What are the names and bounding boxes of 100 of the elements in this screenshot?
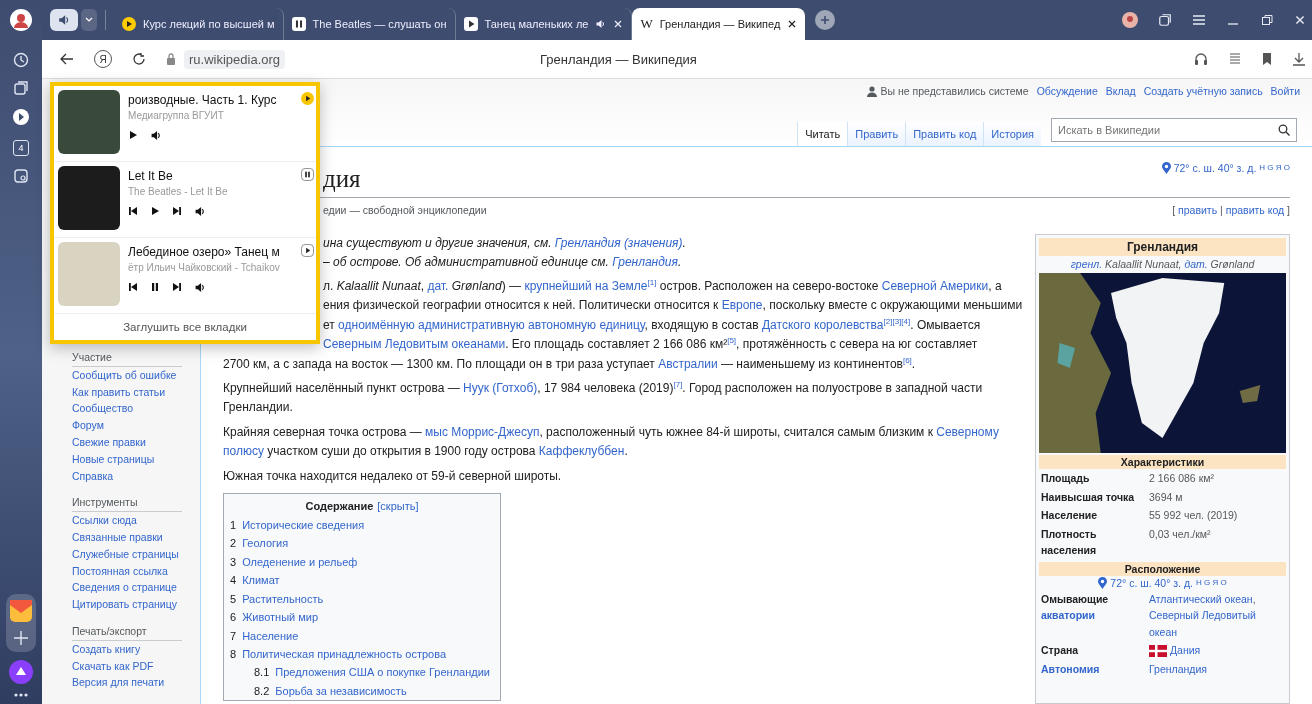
sidebar-link[interactable]: Форум <box>72 417 200 434</box>
article-link[interactable]: [2][3][4] <box>883 317 911 332</box>
collections-icon[interactable] <box>13 80 29 96</box>
close-icon[interactable] <box>787 19 798 29</box>
coordinates-link[interactable]: 72° с. ш. 40° з. д. <box>1110 576 1193 589</box>
media-icon[interactable] <box>12 108 30 126</box>
toc-link[interactable]: Предложения США о покупке Гренландии <box>275 663 490 682</box>
toc-link[interactable]: Население <box>242 626 299 645</box>
audio-button[interactable] <box>50 9 78 31</box>
infobox-link[interactable]: Автономия <box>1041 662 1100 675</box>
sidebar-link[interactable]: Служебные страницы <box>72 545 200 563</box>
page-tab[interactable]: Править <box>847 122 906 146</box>
sidebar-link[interactable]: Как править статьи <box>72 383 200 401</box>
article-link[interactable]: Северному <box>936 424 999 439</box>
toc-link[interactable]: Животный мир <box>242 608 319 627</box>
infobox-link[interactable]: акватории <box>1041 609 1095 621</box>
map-links[interactable]: H G Я O <box>1196 577 1227 588</box>
article-link[interactable]: Европе <box>721 298 763 313</box>
article-link[interactable]: [6] <box>902 356 912 371</box>
pause-icon[interactable] <box>301 167 314 181</box>
article-link[interactable]: крупнейший на Земле <box>524 279 648 293</box>
infobox-link[interactable]: Северный Ледовитый океан <box>1149 607 1284 640</box>
close-icon[interactable] <box>1294 14 1306 26</box>
browser-tab[interactable]: Танец маленьких ле <box>455 8 633 40</box>
article-link[interactable]: Гренландия (значения) <box>554 236 683 250</box>
article-link[interactable]: Датского королевства <box>762 317 884 332</box>
article-link[interactable]: полюсу <box>223 444 264 459</box>
back-icon[interactable] <box>60 53 74 65</box>
history-icon[interactable] <box>13 52 29 68</box>
page-tab[interactable]: История <box>983 122 1041 146</box>
play-icon[interactable] <box>301 92 314 105</box>
toc-link[interactable]: Политическая принадлежность острова <box>242 644 447 664</box>
sidebar-link[interactable]: Скачать как PDF <box>72 657 200 675</box>
infobox-link[interactable]: гренл. <box>1070 258 1103 270</box>
restore-icon[interactable] <box>1260 14 1274 26</box>
play-button[interactable] <box>128 130 138 141</box>
infobox-link[interactable]: дат. <box>1184 258 1208 270</box>
browser-tab[interactable]: Курс лекций по высшей м <box>114 8 284 40</box>
sidebar-link[interactable]: Версия для печати <box>72 674 200 692</box>
article-link[interactable]: [5] <box>727 337 737 352</box>
volume-button[interactable] <box>194 281 206 293</box>
play-icon[interactable] <box>463 17 478 31</box>
edit-link[interactable]: править <box>1178 204 1218 216</box>
plus-icon[interactable] <box>13 630 29 646</box>
sidebar-link[interactable]: Связанные правки <box>72 528 200 546</box>
toc-link[interactable]: Геология <box>242 534 289 553</box>
article-link[interactable]: Гренландия <box>612 255 678 269</box>
sidebar-link[interactable]: Новые страницы <box>72 450 200 468</box>
tab-count-badge[interactable]: 4 <box>13 140 29 156</box>
collections-icon[interactable] <box>1158 13 1172 27</box>
sidebar-link[interactable]: Постоянная ссылка <box>72 562 200 580</box>
personal-link[interactable]: Вклад <box>1105 85 1136 97</box>
play-button[interactable] <box>150 205 160 217</box>
toc-link[interactable]: Климат <box>242 571 280 590</box>
page-tab[interactable]: Читать <box>797 122 848 146</box>
edit-link[interactable]: править код <box>1225 204 1285 216</box>
screenshot-icon[interactable] <box>13 168 29 184</box>
menu-icon[interactable] <box>1192 14 1206 26</box>
avatar-icon[interactable] <box>10 9 32 31</box>
coordinates-link[interactable]: 72° с. ш. 40° з. д. <box>1173 162 1257 174</box>
browser-tab[interactable]: W Гренландия — Википед <box>632 8 806 40</box>
bookmark-icon[interactable] <box>1262 52 1272 66</box>
url-field[interactable]: ru.wikipedia.org <box>184 49 286 69</box>
article-link[interactable]: одноимённую административную автономную единицу <box>338 317 645 332</box>
article-link[interactable]: [7] <box>673 381 683 396</box>
sidebar-link[interactable]: Ссылки сюда <box>72 512 200 529</box>
next-button[interactable] <box>172 205 182 217</box>
previous-button[interactable] <box>128 281 138 293</box>
search-field[interactable]: Искать в Википедии <box>1051 118 1297 142</box>
sidebar-link[interactable]: Сведения о странице <box>72 579 200 597</box>
more-icon[interactable] <box>13 692 29 698</box>
article-link[interactable]: [1] <box>647 279 657 293</box>
sidebar-link[interactable]: Цитировать страницу <box>72 596 200 613</box>
personal-link[interactable]: Войти <box>1270 85 1300 97</box>
sidebar-link[interactable]: Создать книгу <box>72 640 200 658</box>
infobox-link[interactable]: Атлантический океан <box>1149 592 1253 605</box>
infobox-link[interactable]: Дания <box>1170 644 1201 656</box>
avatar-icon[interactable] <box>1122 12 1138 28</box>
toc-toggle-link[interactable]: [скрыть] <box>377 500 419 513</box>
toc-link[interactable]: Исторические сведения <box>242 516 365 535</box>
toc-link[interactable]: Растительность <box>242 589 324 609</box>
volume-button[interactable] <box>194 205 206 217</box>
toc-link[interactable]: Борьба за независимость <box>275 681 407 701</box>
map-links[interactable]: H G Я O <box>1259 163 1290 173</box>
close-icon[interactable] <box>613 19 624 29</box>
pause-button[interactable] <box>150 281 160 293</box>
play-icon[interactable] <box>301 243 314 257</box>
sidebar-link[interactable]: Сообщить об ошибке <box>72 366 200 384</box>
reload-icon[interactable] <box>132 52 146 66</box>
next-button[interactable] <box>172 281 182 293</box>
dropdown-button[interactable] <box>81 9 97 31</box>
infobox-link[interactable]: Гренландия <box>1149 662 1208 675</box>
mute-all-button[interactable]: Заглушить все вкладки <box>54 313 316 340</box>
toc-link[interactable]: Оледенение и рельеф <box>242 552 358 572</box>
assistant-icon[interactable] <box>9 660 33 684</box>
sidebar-link[interactable]: Сообщество <box>72 400 200 418</box>
pause-icon[interactable] <box>291 17 306 31</box>
article-link[interactable]: дат. <box>427 279 449 293</box>
personal-link[interactable]: Создать учётную запись <box>1143 85 1263 97</box>
sidebar-link[interactable]: Справка <box>72 467 200 485</box>
